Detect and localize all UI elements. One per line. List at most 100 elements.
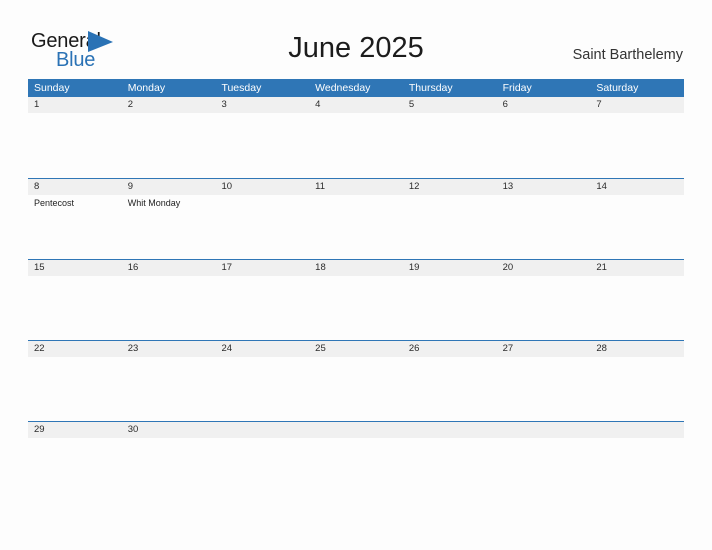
day-cell[interactable]: 6 (497, 97, 591, 178)
day-number: 29 (34, 424, 45, 435)
day-cell[interactable]: 4 (309, 97, 403, 178)
day-number: 17 (221, 262, 233, 273)
day-events (221, 113, 309, 115)
day-event-label: Whit Monday (127, 198, 181, 208)
day-cell[interactable]: 3 (215, 97, 309, 178)
day-cell[interactable]: 24 (215, 341, 309, 422)
day-events (221, 438, 309, 440)
day-cell[interactable]: 23 (122, 341, 216, 422)
day-events (221, 195, 309, 197)
calendar-week-row: 22 23 24 25 26 27 28 (28, 340, 684, 421)
day-cell[interactable]: 29 (28, 422, 122, 503)
day-events (34, 113, 122, 115)
weekday-header-tuesday: Tuesday (221, 82, 262, 94)
day-cell[interactable]: 10 (215, 179, 309, 260)
day-cell-empty (309, 422, 403, 503)
day-cell[interactable]: 17 (215, 260, 309, 341)
day-cell[interactable]: 8 Pentecost (28, 179, 122, 260)
day-events: Pentecost (34, 195, 122, 209)
weekday-header-friday: Friday (502, 82, 532, 94)
day-cell[interactable]: 22 (28, 341, 122, 422)
day-number: 1 (34, 99, 40, 110)
day-cell-empty (403, 422, 497, 503)
day-events (315, 195, 403, 197)
calendar-page: General Blue June 2025 Saint Barthelemy … (0, 0, 712, 550)
day-cell[interactable]: 28 (590, 341, 684, 422)
day-number: 27 (502, 343, 514, 354)
week-days: 22 23 24 25 26 27 28 (28, 341, 684, 422)
day-event-label: Pentecost (34, 198, 75, 208)
day-number: 13 (502, 181, 514, 192)
week-days: 1 2 3 4 5 6 7 (28, 97, 684, 178)
day-cell[interactable]: 13 (497, 179, 591, 260)
day-cell[interactable]: 18 (309, 260, 403, 341)
day-events (315, 357, 403, 359)
day-events (596, 357, 684, 359)
weekday-header-thursday: Thursday (408, 82, 453, 94)
day-cell[interactable]: 20 (497, 260, 591, 341)
weekday-header-monday: Monday (127, 82, 166, 94)
day-number: 10 (221, 181, 233, 192)
week-days: 15 16 17 18 19 20 21 (28, 260, 684, 341)
day-cell[interactable]: 25 (309, 341, 403, 422)
day-events (409, 438, 497, 440)
day-cell[interactable]: 1 (28, 97, 122, 178)
day-cell[interactable]: 16 (122, 260, 216, 341)
day-events (315, 113, 403, 115)
day-number: 15 (34, 262, 45, 273)
day-number: 21 (596, 262, 607, 273)
page-header: General Blue June 2025 Saint Barthelemy (0, 0, 712, 79)
day-cell[interactable]: 27 (497, 341, 591, 422)
day-number: 2 (127, 99, 134, 110)
day-number: 18 (315, 262, 326, 273)
day-cell[interactable]: 26 (403, 341, 497, 422)
day-events: Whit Monday (128, 195, 216, 209)
day-events (34, 357, 122, 359)
locale-label: Saint Barthelemy (572, 47, 683, 63)
day-cell[interactable]: 2 (122, 97, 216, 178)
day-cell-empty (590, 422, 684, 503)
day-events (503, 276, 591, 278)
day-events (128, 357, 216, 359)
weekday-header-row: Sunday Monday Tuesday Wednesday Thursday… (28, 79, 684, 97)
day-events (128, 438, 216, 440)
day-events (409, 195, 497, 197)
day-number: 26 (408, 343, 420, 354)
day-cell[interactable]: 12 (403, 179, 497, 260)
day-cell[interactable]: 11 (309, 179, 403, 260)
day-cell[interactable]: 7 (590, 97, 684, 178)
day-events (221, 276, 309, 278)
day-cell[interactable]: 30 (122, 422, 216, 503)
day-number: 20 (502, 262, 514, 273)
day-number: 12 (408, 181, 420, 192)
day-events (503, 357, 591, 359)
day-cell[interactable]: 9 Whit Monday (122, 179, 216, 260)
weekday-header-wednesday: Wednesday (315, 82, 371, 94)
weekday-header-sunday: Sunday (34, 82, 70, 94)
weekday-header-saturday: Saturday (596, 82, 639, 94)
day-events (596, 195, 684, 197)
day-events (34, 438, 122, 440)
day-number: 3 (221, 99, 227, 110)
day-cell[interactable]: 21 (590, 260, 684, 341)
day-cell[interactable]: 19 (403, 260, 497, 341)
day-cell[interactable]: 5 (403, 97, 497, 178)
day-events (409, 357, 497, 359)
day-number: 14 (596, 181, 607, 192)
day-events (409, 113, 497, 115)
day-events (596, 276, 684, 278)
day-cell[interactable]: 15 (28, 260, 122, 341)
day-cell[interactable]: 14 (590, 179, 684, 260)
day-number: 7 (596, 99, 602, 110)
calendar-week-row: 1 2 3 4 5 6 7 (28, 97, 684, 178)
calendar-weeks: 1 2 3 4 5 6 7 8 Pentecost 9 Whit Monday 10 11 12 13 14 1… (28, 97, 684, 502)
day-number: 28 (596, 343, 607, 354)
calendar-week-row: 8 Pentecost 9 Whit Monday 10 11 12 13 14 (28, 178, 684, 259)
calendar-week-row: 29 30 (28, 421, 684, 502)
day-events (315, 276, 403, 278)
day-events (596, 113, 684, 115)
day-number: 24 (221, 343, 233, 354)
day-number: 25 (315, 343, 326, 354)
day-events (503, 438, 591, 440)
day-number: 16 (127, 262, 139, 273)
